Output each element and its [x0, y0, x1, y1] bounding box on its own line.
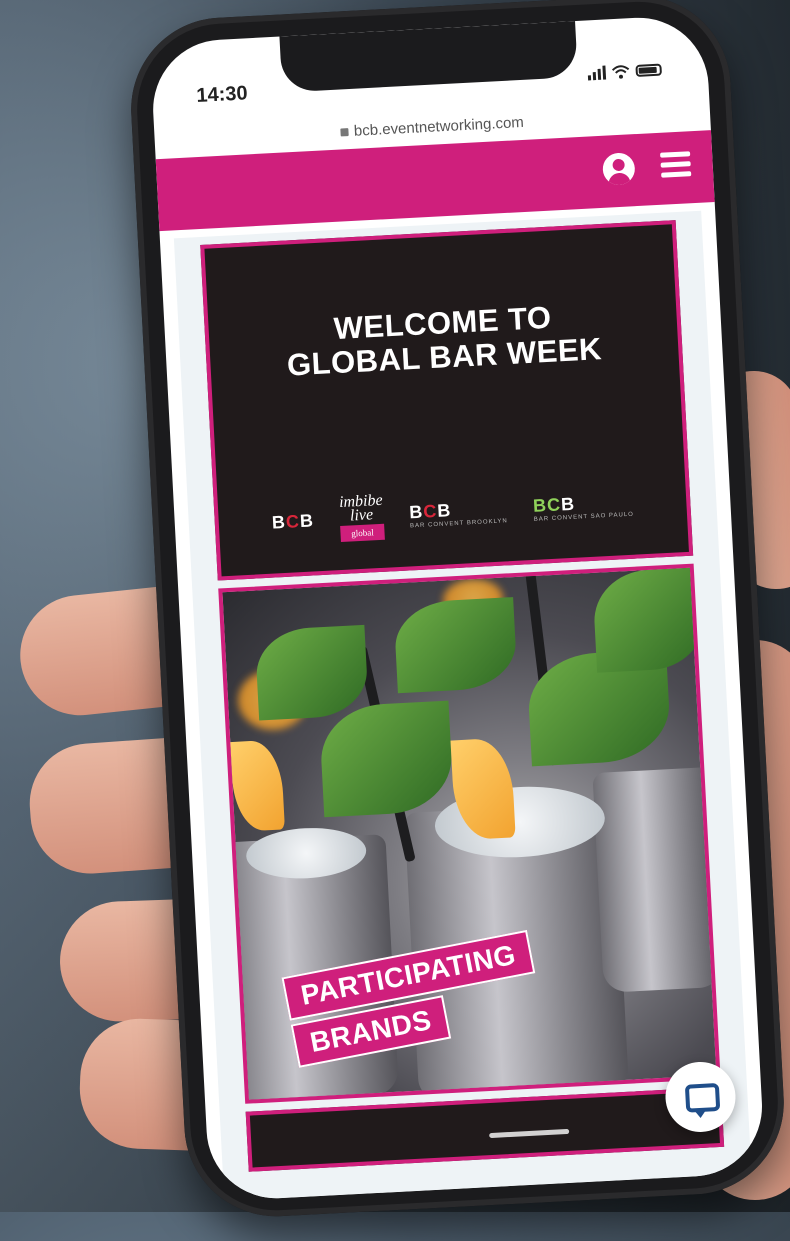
phone-body: 14:30 bcb.eventnetworking.com WELCOME TO…	[126, 0, 789, 1221]
mint-leaf	[591, 567, 708, 673]
lock-icon	[340, 128, 350, 137]
phone: 14:30 bcb.eventnetworking.com WELCOME TO…	[126, 0, 789, 1241]
user-icon[interactable]	[602, 152, 636, 186]
page-content: WELCOME TO GLOBAL BAR WEEK BCB imbibe liv…	[173, 210, 752, 1202]
partner-logos: BCB imbibe live global BCB BAR CONVENT BROO…	[218, 478, 688, 548]
signal-icon	[587, 65, 607, 81]
orange-slice	[230, 739, 285, 832]
cup	[592, 766, 721, 993]
status-icons	[587, 63, 662, 81]
home-indicator	[489, 1128, 570, 1139]
mint-leaf	[318, 700, 455, 818]
bcb-sao-paulo-logo: BCB BAR CONVENT SAO PAULO	[532, 493, 634, 523]
hero-title: WELCOME TO GLOBAL BAR WEEK	[208, 294, 679, 386]
participating-brands-card[interactable]: PARTICIPATING BRANDS	[218, 563, 721, 1104]
phone-screen: 14:30 bcb.eventnetworking.com WELCOME TO…	[149, 14, 766, 1202]
imbibe-live-logo: imbibe live global	[339, 492, 385, 543]
mint-leaf	[254, 624, 370, 721]
hamburger-menu-icon[interactable]	[660, 151, 692, 179]
bcb-logo: BCB	[271, 509, 315, 533]
battery-icon	[635, 63, 662, 77]
bcb-brooklyn-logo: BCB BAR CONVENT BROOKLYN	[408, 499, 508, 529]
notch	[279, 21, 578, 93]
status-time: 14:30	[195, 82, 249, 107]
url-text: bcb.eventnetworking.com	[353, 113, 525, 140]
hero-banner[interactable]: WELCOME TO GLOBAL BAR WEEK BCB imbibe liv…	[200, 220, 694, 581]
mint-leaf	[393, 597, 518, 694]
chat-icon	[684, 1082, 721, 1113]
wifi-icon	[611, 65, 630, 79]
